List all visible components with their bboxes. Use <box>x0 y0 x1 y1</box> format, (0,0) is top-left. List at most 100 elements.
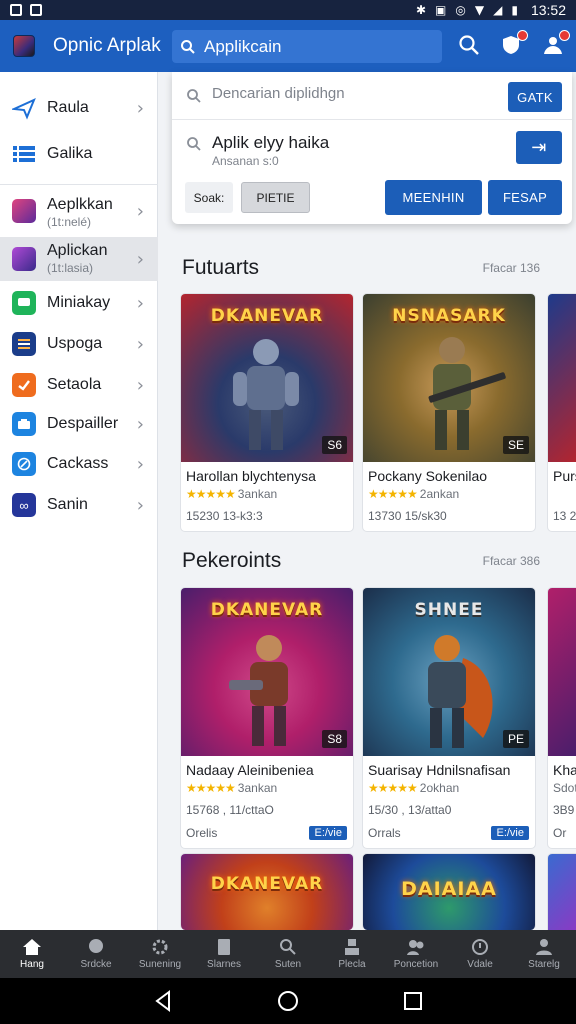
game-card-peek[interactable]: Kha Sdot 3B9 Or <box>547 587 576 849</box>
suggestion-title[interactable]: Aplik elyy haika <box>212 133 329 153</box>
game-cover-title: NSNASARK <box>392 306 506 326</box>
status-bar: ✱ ▣ ◎ ▼ ◢ ▮ 13:52 <box>0 0 576 20</box>
nav-item-starelg[interactable]: Starelg <box>512 930 576 978</box>
back-button[interactable] <box>152 990 174 1012</box>
rating-label: 3ankan <box>237 487 278 501</box>
account-button[interactable] <box>542 30 570 56</box>
sidebar-item-miniakay[interactable]: Miniakay › <box>0 283 158 323</box>
recents-square-icon <box>404 992 423 1010</box>
sidebar-item-cackass[interactable]: Cackass › <box>0 444 158 484</box>
game-name: Purs <box>553 468 576 484</box>
sidebar-item-label: Galika <box>47 145 93 162</box>
chevron-right-icon: › <box>136 413 144 435</box>
search-icon <box>181 39 195 54</box>
nav-item-sunening[interactable]: Sunening <box>128 930 192 978</box>
search-button[interactable] <box>458 34 480 56</box>
game-card-peek[interactable]: Purs 13 2 <box>547 293 576 532</box>
game-card[interactable]: SHNEE PE Suarisay Hdnilsnafisan ★★★★★ 2ok… <box>362 587 536 849</box>
sidebar-item-aplickan[interactable]: Aplickan (1t:lasia) › <box>0 237 158 281</box>
game-card-peek[interactable] <box>547 853 576 930</box>
game-cover-image <box>548 294 576 462</box>
suggestion-subtitle: Ansanan s:0 <box>212 154 279 168</box>
sidebar-divider <box>0 184 158 185</box>
sidebar-item-galika[interactable]: Galika <box>0 132 158 176</box>
nav-item-suten[interactable]: Suten <box>256 930 320 978</box>
game-stats: 13730 15/sk30 <box>368 509 447 523</box>
game-card[interactable]: DKANEVAR S8 Nadaay Aleinibeniea ★★★★★ 3an… <box>180 587 354 849</box>
sidebar-item-label: Raula <box>47 99 89 116</box>
sidebar-item-despailler[interactable]: Despailler › <box>0 404 158 444</box>
game-extra-label: Orrals <box>368 826 401 840</box>
character-figure <box>428 337 506 450</box>
search-icon <box>459 35 479 55</box>
back-triangle-icon <box>154 990 170 1012</box>
dropdown-primary-button[interactable]: MEENHIN <box>385 180 482 215</box>
notifications-button[interactable] <box>500 30 528 56</box>
suggestion-go-button[interactable]: ⇥ <box>516 131 562 164</box>
game-cover-title: DKANEVAR <box>210 306 324 326</box>
nav-item-home[interactable]: Hang <box>0 930 64 978</box>
nav-item-slarnes[interactable]: Slarnes <box>192 930 256 978</box>
bluetooth-icon: ✱ <box>415 3 427 17</box>
home-circle-icon <box>277 991 298 1011</box>
chat-icon <box>12 291 36 315</box>
filter-chip[interactable]: Soak: <box>185 182 233 213</box>
game-name: Pockany Sokenilao <box>368 468 488 484</box>
game-card[interactable]: DKANEVAR <box>180 853 354 930</box>
recents-button[interactable] <box>402 990 424 1012</box>
bottom-nav: Hang Srdcke Sunening Slarnes Suten Plecl… <box>0 930 576 978</box>
stack-icon <box>12 332 36 356</box>
person-icon <box>342 938 362 956</box>
sidebar-item-raula[interactable]: Raula › <box>0 86 158 130</box>
sidebar-item-label: Cackass <box>47 455 109 472</box>
sidebar-item-label: Uspoga <box>47 335 103 352</box>
age-badge: S6 <box>322 436 347 454</box>
game-cover-image <box>548 854 576 930</box>
sidebar-item-aeplkkan[interactable]: Aeplkkan (1t:nelé) › <box>0 187 158 235</box>
chevron-right-icon: › <box>136 248 144 270</box>
game-cover-image: DAIAIAA <box>363 854 535 930</box>
store-icon <box>12 412 36 436</box>
game-extra-label: Orelis <box>186 826 218 840</box>
go-button[interactable]: GATK <box>508 82 562 112</box>
nav-label: Sunening <box>138 959 182 970</box>
nav-item-poncetion[interactable]: Poncetion <box>384 930 448 978</box>
app-logo <box>13 35 35 57</box>
nav-item-srdcke[interactable]: Srdcke <box>64 930 128 978</box>
filter-chip-selected[interactable]: PIETIE <box>241 182 310 213</box>
home-button[interactable] <box>277 990 299 1012</box>
chevron-right-icon: › <box>136 333 144 355</box>
game-thumb-icon <box>12 247 36 271</box>
nav-item-plecla[interactable]: Plecla <box>320 930 384 978</box>
game-cover-image: SHNEE PE <box>363 588 535 756</box>
section-more-link[interactable]: Ffacar 136 <box>483 261 540 275</box>
app-bar: Opnic Arplak <box>0 20 576 72</box>
app-search-input[interactable] <box>204 36 424 57</box>
game-card[interactable]: DKANEVAR S6 Harollan blychtenysa ★★★★★ 3a… <box>180 293 354 532</box>
section-more-link[interactable]: Ffacar 386 <box>483 554 540 568</box>
status-time: 13:52 <box>530 2 566 18</box>
gear-icon <box>150 938 170 956</box>
sidebar-item-uspoga[interactable]: Uspoga › <box>0 324 158 364</box>
chevron-right-icon: › <box>136 292 144 314</box>
nav-item-vdale[interactable]: Vdale <box>448 930 512 978</box>
game-card[interactable]: DAIAIAA <box>362 853 536 930</box>
nav-label: Suten <box>274 959 302 970</box>
game-cover-title: DKANEVAR <box>210 600 324 620</box>
game-stats: 13 2 <box>553 509 576 523</box>
chat-bubble-icon <box>86 938 106 956</box>
dropdown-search-input[interactable] <box>212 85 492 102</box>
chevron-right-icon: › <box>136 494 144 516</box>
dropdown-secondary-button[interactable]: FESAP <box>488 180 562 215</box>
game-name: Suarisay Hdnilsnafisan <box>368 762 511 778</box>
star-rating-icon: ★★★★★ <box>186 781 236 795</box>
game-card[interactable]: NSNASARK SE Pockany Sokenilao ★★★★★ 2anka… <box>362 293 536 532</box>
sidebar-item-label: Sanin <box>47 496 88 513</box>
sidebar-item-sanin[interactable]: ∞ Sanin › <box>0 485 158 525</box>
signal-icon: ◢ <box>493 3 503 17</box>
nfc-icon: ▣ <box>435 3 447 17</box>
game-stats: 15768 , 11/cttaO <box>186 803 274 817</box>
app-search-box[interactable] <box>172 30 442 63</box>
sidebar-item-label: Aeplkkan <box>47 196 113 213</box>
sidebar-item-setaola[interactable]: Setaola › <box>0 365 158 405</box>
